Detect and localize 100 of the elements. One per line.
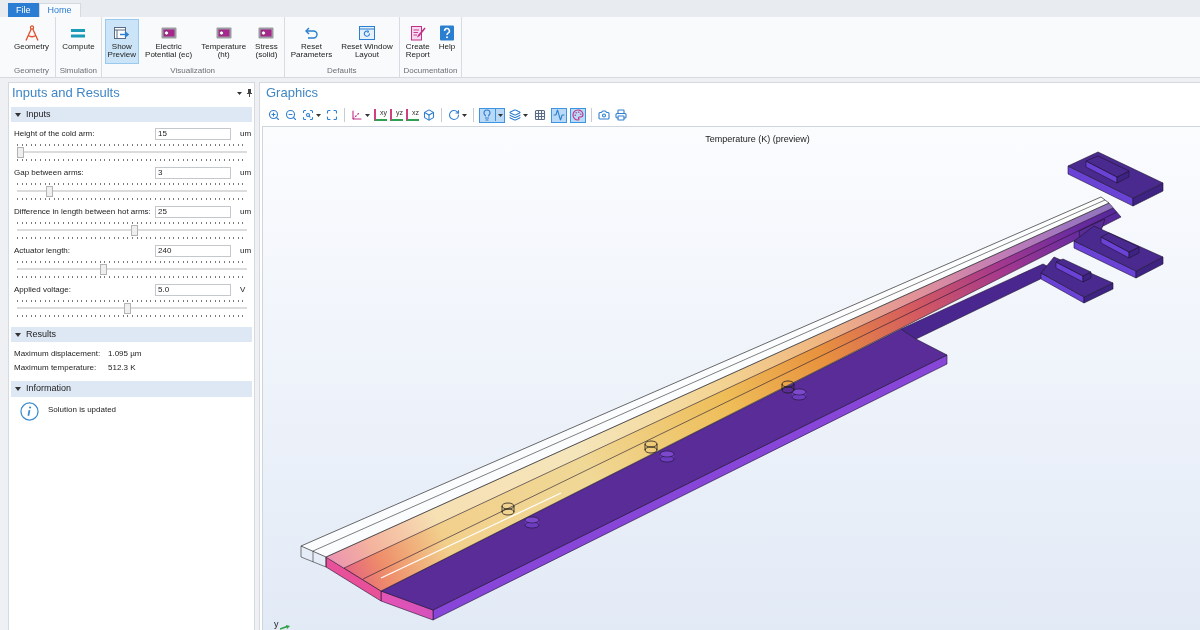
ribbon-button[interactable]: Show Preview [104,19,140,64]
ribbon-tab[interactable]: Home [38,3,81,17]
value-field[interactable]: 3 [155,167,231,179]
light-button[interactable] [479,107,505,123]
panel-title: Inputs and Results [12,84,120,102]
unit-label: V [240,284,246,296]
slider[interactable] [17,181,247,201]
plot-icon [160,25,177,41]
ribbon-group-label: Geometry [14,65,50,77]
caret-icon [365,113,370,117]
ribbon-button[interactable]: Reset Parameters [287,19,336,64]
window-refresh-icon [358,25,375,41]
ribbon-button[interactable]: Create Report [402,19,433,64]
slider-thumb[interactable] [99,264,107,275]
caret-icon [523,113,528,117]
maximize-icon [326,109,338,121]
zoom-out-icon [285,109,297,121]
ribbon-group-label: Visualization [170,65,216,77]
zoom-in-icon [268,109,280,121]
plot-title: Temperature (K) (preview) [705,134,810,144]
axis-label: y [274,619,279,630]
grid-icon [534,109,546,121]
result-value: 1.095 µm [108,348,142,360]
parameter-label: Actuator length: [14,245,72,257]
section-header[interactable]: Results [11,327,252,342]
default-view-button[interactable] [422,107,436,123]
grid-button[interactable] [532,107,548,123]
line-toggle-button[interactable] [551,107,567,123]
result-label: Maximum temperature: [14,362,98,374]
slider-thumb[interactable] [17,147,24,158]
panel-title: Graphics [266,84,319,102]
ribbon-group-label: Documentation [403,65,458,77]
parameter-label: Applied voltage: [14,284,72,296]
parameter-label: Difference in length between hot arms: [14,206,152,218]
ribbon-button[interactable]: Geometry [11,19,53,64]
caret-icon [237,91,242,95]
zoom-box-button[interactable] [301,107,322,123]
ribbon-button[interactable]: Reset Window Layout [338,19,396,64]
slider-thumb[interactable] [124,303,132,314]
print-icon [615,109,627,121]
info-message: Solution is updated [48,405,117,415]
layers-icon [509,109,521,121]
ribbon-button[interactable]: Temperature (ht) [198,19,250,64]
axis-arrow-icon [279,625,290,630]
ribbon-button[interactable]: Compute [59,19,98,64]
value-field[interactable]: 240 [155,245,231,257]
rotate-icon [448,109,460,121]
plot-icon [258,25,275,41]
graphics-viewport[interactable]: Temperature (K) (preview) y [262,126,1200,630]
pulse-line-icon [553,109,565,121]
slider[interactable] [17,298,247,318]
file-tab[interactable]: File [8,3,39,17]
camera-button[interactable] [597,107,611,123]
slider[interactable] [17,142,247,162]
zoom-in-button[interactable] [267,107,281,123]
section-header[interactable]: Inputs [11,107,252,122]
unit-label: um [240,245,252,257]
value-field[interactable]: 5.0 [155,284,231,296]
palette-icon [572,109,584,121]
unit-label: um [240,167,252,179]
axes-icon [351,109,363,121]
window-arrow-icon [113,25,130,41]
ribbon-button[interactable]: Help [435,19,459,64]
ribbon-button[interactable]: Stress (solid) [252,19,281,64]
section-header[interactable]: Information [11,381,252,397]
value-field[interactable]: 15 [155,128,231,140]
camera-icon [598,109,610,121]
ribbon-group-label: Defaults [327,65,357,77]
report-pencil-icon [409,25,426,41]
zoom-out-button[interactable] [284,107,298,123]
caret-icon [498,113,503,117]
ribbon-button[interactable]: Electric Potential (ec) [142,19,196,64]
value-field[interactable]: 25 [155,206,231,218]
ribbon-group-label: Simulation [59,65,98,77]
plot-icon [215,25,232,41]
parameter-label: Gap between arms: [14,167,85,179]
layers-button[interactable] [508,107,529,123]
rotate-button[interactable] [447,107,468,123]
result-label: Maximum displacement: [14,348,102,360]
result-value: 512.3 K [108,362,136,374]
slider[interactable] [17,220,247,240]
caret-icon [316,113,321,117]
unit-label: um [240,206,252,218]
pin-icon[interactable] [247,89,252,97]
cube-icon [423,109,435,121]
help-icon [438,25,455,41]
print-button[interactable] [614,107,628,123]
zoom-extents-button[interactable] [325,107,339,123]
palette-button[interactable] [570,107,586,123]
parameter-label: Height of the cold arm: [14,128,96,140]
lightbulb-icon [481,109,493,121]
slider[interactable] [17,259,247,279]
slider-thumb[interactable] [130,225,138,236]
compass-icon [23,25,40,41]
undo-arrow-icon [303,25,320,41]
slider-thumb[interactable] [46,186,53,197]
caret-icon [462,113,467,117]
unit-label: um [240,128,252,140]
scan-search-icon [302,109,314,121]
info-icon [20,402,39,421]
